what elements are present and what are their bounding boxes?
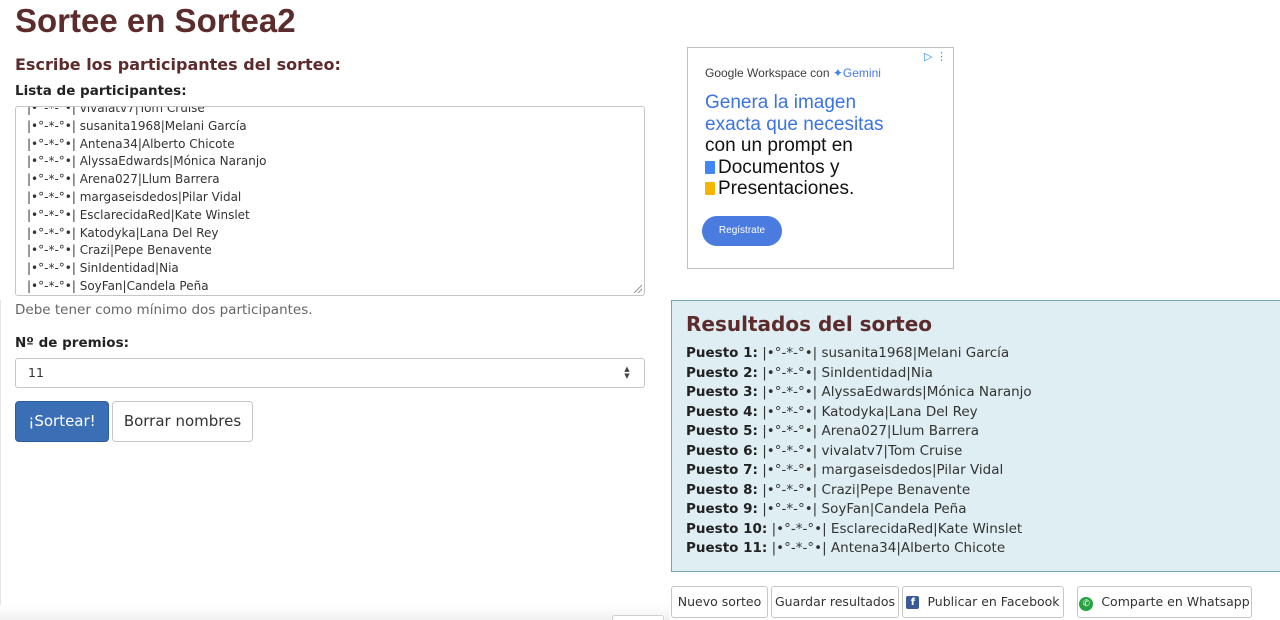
ad-brand-prefix: Google Workspace con xyxy=(705,66,830,80)
page-title: Sortee en Sortea2 xyxy=(15,2,296,39)
ad-brand: Google Workspace con ✦Gemini xyxy=(705,66,881,80)
result-rank: Puesto 7: xyxy=(686,462,758,479)
participant-line: |•°-*-°•| vivalatv7|Tom Cruise xyxy=(27,106,205,115)
prizes-number-input[interactable]: 11 ▲ ▼ xyxy=(15,358,645,388)
result-rank: Puesto 10: xyxy=(686,520,768,537)
results-list: Puesto 1: |•°-*-°•| susanita1968|Melani … xyxy=(686,344,1032,559)
participants-textarea[interactable]: |•°-*-°•| vivalatv7|Tom Cruise |•°-*-°•|… xyxy=(15,106,645,296)
result-row: Puesto 5: |•°-*-°•| Arena027|Llum Barrer… xyxy=(686,422,1032,442)
whatsapp-icon: ✆ xyxy=(1079,597,1094,611)
participant-line: |•°-*-°•| AlyssaEdwards|Mónica Naranjo xyxy=(27,154,267,169)
participant-line: |•°-*-°•| susanita1968|Melani García xyxy=(27,118,247,133)
result-winner: |•°-*-°•| susanita1968|Melani García xyxy=(762,345,1010,361)
ad-headline-5: Presentaciones. xyxy=(705,178,854,200)
results-panel: Resultados del sorteo Puesto 1: |•°-*-°•… xyxy=(671,300,1280,572)
participant-line: |•°-*-°•| SoyFan|Candela Peña xyxy=(27,278,209,293)
ad-headline-4: Documentos y xyxy=(705,157,839,179)
ad-headline-4-text: Documentos y xyxy=(718,156,840,178)
result-winner: |•°-*-°•| Arena027|Llum Barrera xyxy=(762,423,979,440)
divider xyxy=(0,300,1,620)
draw-button[interactable]: ¡Sortear! xyxy=(15,401,109,442)
result-row: Puesto 8: |•°-*-°•| Crazi|Pepe Benavente xyxy=(686,481,1032,501)
whatsapp-share-label: Comparte en Whatsapp xyxy=(1101,594,1250,609)
facebook-share-label: Publicar en Facebook xyxy=(927,594,1060,609)
ad-headline-1: Genera la imagen xyxy=(705,92,857,113)
clear-names-button[interactable]: Borrar nombres xyxy=(112,401,253,442)
result-winner: |•°-*-°•| Crazi|Pepe Benavente xyxy=(762,481,971,498)
prizes-label: Nº de premios: xyxy=(15,335,130,351)
result-rank: Puesto 4: xyxy=(686,403,758,420)
advertisement[interactable]: ▷ ⋮ Google Workspace con ✦Gemini Genera … xyxy=(687,47,954,269)
slides-icon xyxy=(705,182,715,195)
result-winner: |•°-*-°•| SinIdentidad|Nia xyxy=(762,364,933,381)
ad-register-button[interactable]: Regístrate xyxy=(702,216,782,246)
participants-hint: Debe tener como mínimo dos participantes… xyxy=(15,302,313,318)
page: Sortee en Sortea2 Escribe los participan… xyxy=(0,0,1280,620)
result-row: Puesto 11: |•°-*-°•| Antena34|Alberto Ch… xyxy=(686,539,1032,559)
result-rank: Puesto 6: xyxy=(686,442,758,459)
result-row: Puesto 7: |•°-*-°•| margaseisdedos|Pilar… xyxy=(686,461,1032,481)
docs-icon xyxy=(705,160,715,174)
whatsapp-share-button[interactable]: ✆ Comparte en Whatsapp xyxy=(1077,586,1252,618)
ad-headline-2: exacta que necesitas xyxy=(705,113,884,135)
participant-line: |•°-*-°•| Katodyka|Lana Del Rey xyxy=(27,225,219,240)
result-row: Puesto 3: |•°-*-°•| AlyssaEdwards|Mónica… xyxy=(686,383,1032,403)
result-rank: Puesto 1: xyxy=(686,345,758,361)
save-results-button[interactable]: Guardar resultados xyxy=(771,586,899,618)
participant-line: |•°-*-°•| margaseisdedos|Pilar Vidal xyxy=(27,189,242,204)
facebook-share-button[interactable]: f Publicar en Facebook xyxy=(902,586,1064,618)
participants-heading: Escribe los participantes del sorteo: xyxy=(15,55,341,74)
result-winner: |•°-*-°•| margaseisdedos|Pilar Vidal xyxy=(762,462,1004,479)
participant-line: |•°-*-°•| Antena34|Alberto Chicote xyxy=(27,136,235,151)
result-rank: Puesto 9: xyxy=(686,501,758,518)
participant-line: |•°-*-°•| SinIdentidad|Nia xyxy=(27,261,179,276)
result-winner: |•°-*-°•| SoyFan|Candela Peña xyxy=(762,501,967,518)
result-row: Puesto 1: |•°-*-°•| susanita1968|Melani … xyxy=(686,344,1032,364)
result-row: Puesto 2: |•°-*-°•| SinIdentidad|Nia xyxy=(686,364,1032,384)
result-row: Puesto 9: |•°-*-°•| SoyFan|Candela Peña xyxy=(686,500,1032,520)
ad-headline-5-text: Presentaciones. xyxy=(718,178,855,199)
result-winner: |•°-*-°•| AlyssaEdwards|Mónica Naranjo xyxy=(762,384,1032,401)
ad-brand-suffix: Gemini xyxy=(842,66,881,80)
stepper-arrows-icon[interactable]: ▲ ▼ xyxy=(622,366,632,380)
result-rank: Puesto 8: xyxy=(686,481,758,498)
result-row: Puesto 6: |•°-*-°•| vivalatv7|Tom Cruise xyxy=(686,442,1032,462)
result-winner: |•°-*-°•| vivalatv7|Tom Cruise xyxy=(762,442,963,459)
result-rank: Puesto 2: xyxy=(686,364,758,381)
result-winner: |•°-*-°•| EsclarecidaRed|Kate Winslet xyxy=(771,520,1023,537)
prizes-value: 11 xyxy=(28,365,44,380)
result-rank: Puesto 5: xyxy=(686,423,758,440)
result-row: Puesto 4: |•°-*-°•| Katodyka|Lana Del Re… xyxy=(686,403,1032,423)
result-rank: Puesto 3: xyxy=(686,384,758,401)
participants-list-label: Lista de participantes: xyxy=(15,83,187,99)
footer-shadow xyxy=(0,605,670,620)
scroll-to-top-tab[interactable] xyxy=(612,615,664,620)
ad-choices-icon[interactable]: ▷ ⋮ xyxy=(924,50,947,63)
facebook-icon: f xyxy=(906,596,920,609)
resize-grip-icon[interactable] xyxy=(634,285,642,293)
result-winner: |•°-*-°•| Katodyka|Lana Del Rey xyxy=(762,403,978,420)
result-row: Puesto 10: |•°-*-°•| EsclarecidaRed|Kate… xyxy=(686,520,1032,540)
ad-headline-3: con un prompt en xyxy=(705,135,853,156)
stepper-down-icon[interactable]: ▼ xyxy=(624,373,629,380)
participant-line: |•°-*-°•| Arena027|Llum Barrera xyxy=(27,172,220,187)
new-draw-button[interactable]: Nuevo sorteo xyxy=(671,586,768,618)
result-rank: Puesto 11: xyxy=(686,540,768,557)
gemini-star-icon: ✦ xyxy=(832,66,843,80)
participants-lines: |•°-*-°•| vivalatv7|Tom Cruise |•°-*-°•|… xyxy=(27,106,267,295)
participant-line: |•°-*-°•| Crazi|Pepe Benavente xyxy=(27,243,212,258)
participant-line: |•°-*-°•| EsclarecidaRed|Kate Winslet xyxy=(27,207,250,222)
results-title: Resultados del sorteo xyxy=(686,312,933,336)
result-winner: |•°-*-°•| Antena34|Alberto Chicote xyxy=(771,540,1006,557)
